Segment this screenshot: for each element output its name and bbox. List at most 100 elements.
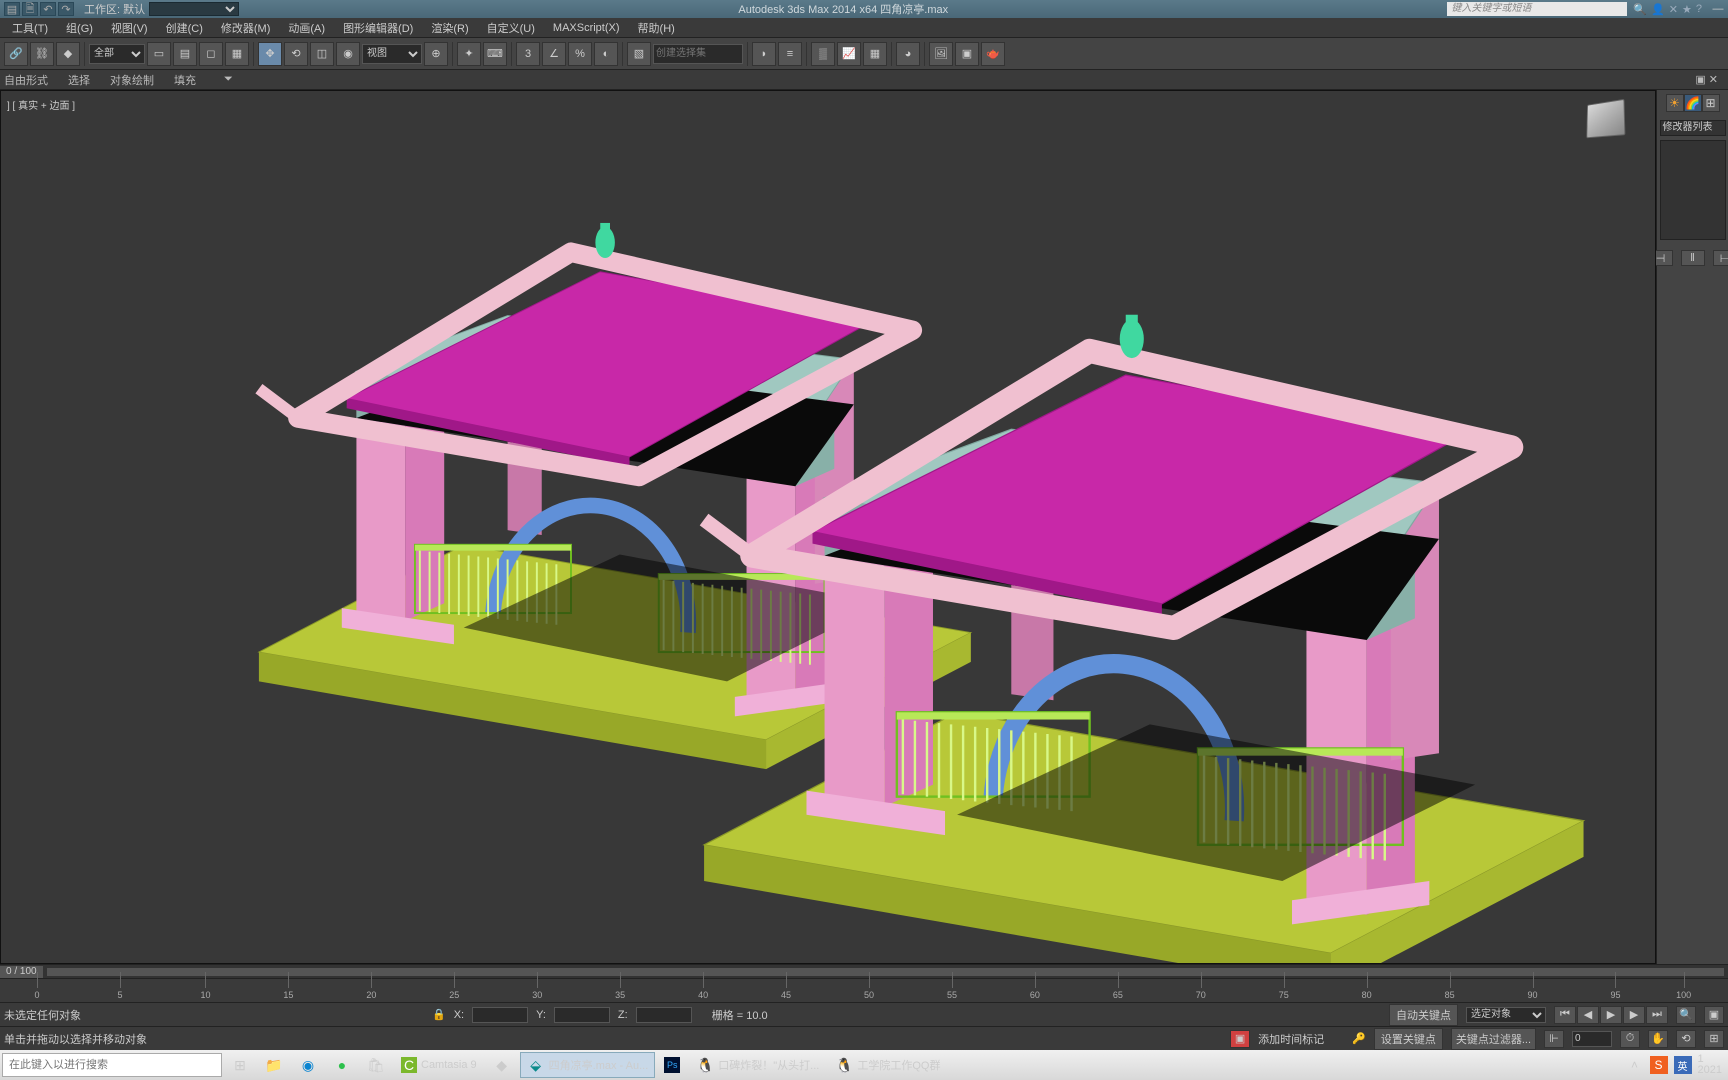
menu-custom[interactable]: 自定义(U) <box>479 18 543 38</box>
tray-lang-icon[interactable]: 英 <box>1674 1056 1692 1074</box>
selection-filter-dropdown[interactable]: 全部 <box>89 44 145 64</box>
z-input[interactable] <box>636 1007 692 1023</box>
move-icon[interactable]: ✥ <box>258 42 282 66</box>
panel-modify-icon[interactable]: 🌈 <box>1684 94 1702 112</box>
remove-mod-icon[interactable]: ⊢ <box>1713 250 1728 266</box>
pivot-icon[interactable]: ⊕ <box>424 42 448 66</box>
bind-icon[interactable]: ◆ <box>56 42 80 66</box>
minimize-button[interactable]: — <box>1708 3 1728 15</box>
edit-selection-icon[interactable]: ▧ <box>627 42 651 66</box>
modifier-stack[interactable] <box>1660 140 1726 240</box>
angle-snap-icon[interactable]: ∠ <box>542 42 566 66</box>
key-mode-dropdown[interactable]: 选定对象 <box>1466 1007 1546 1023</box>
task-photoshop-icon[interactable]: Ps <box>657 1052 687 1078</box>
ribbon-fill[interactable]: 填充 <box>174 72 196 88</box>
app-menu-icon[interactable]: ▤ <box>4 2 20 16</box>
show-result-icon[interactable]: ‖ <box>1681 250 1705 266</box>
window-cross-icon[interactable]: ▦ <box>225 42 249 66</box>
select-icon[interactable]: ▭ <box>147 42 171 66</box>
spinner-snap-icon[interactable]: ◐ <box>594 42 618 66</box>
task-view-icon[interactable]: ⊞ <box>224 1052 256 1078</box>
viewcube[interactable] <box>1575 101 1635 151</box>
layer-icon[interactable]: ▒ <box>811 42 835 66</box>
menu-create[interactable]: 创建(C) <box>158 18 211 38</box>
task-app-icon[interactable]: ◆ <box>486 1052 518 1078</box>
menu-graph[interactable]: 图形编辑器(D) <box>335 18 421 38</box>
auto-key-button[interactable]: 自动关键点 <box>1389 1004 1458 1026</box>
viewport[interactable]: ] [ 真实 + 边面 ] <box>0 90 1656 964</box>
menu-view[interactable]: 视图(V) <box>103 18 156 38</box>
ribbon-freeform[interactable]: 自由形式 <box>4 72 48 88</box>
ribbon-dropdown-icon[interactable]: ⏷ <box>224 73 233 86</box>
x-input[interactable] <box>472 1007 528 1023</box>
percent-snap-icon[interactable]: % <box>568 42 592 66</box>
unlink-icon[interactable]: ⛓ <box>30 42 54 66</box>
menu-modifiers[interactable]: 修改器(M) <box>213 18 279 38</box>
ribbon-select[interactable]: 选择 <box>68 72 90 88</box>
keyboard-icon[interactable]: ⌨ <box>483 42 507 66</box>
snap-icon[interactable]: 3 <box>516 42 540 66</box>
manipulate-icon[interactable]: ✦ <box>457 42 481 66</box>
key-filter-button[interactable]: 关键点过滤器... <box>1451 1028 1536 1050</box>
new-icon[interactable]: 🗎 <box>22 2 38 16</box>
task-edge-icon[interactable]: ◉ <box>292 1052 324 1078</box>
material-editor-icon[interactable]: ◕ <box>896 42 920 66</box>
panel-hierarchy-icon[interactable]: ⊞ <box>1702 94 1720 112</box>
task-explorer-icon[interactable]: 📁 <box>258 1052 290 1078</box>
windows-search-input[interactable] <box>2 1053 222 1077</box>
scale-icon[interactable]: ◫ <box>310 42 334 66</box>
set-key-button[interactable]: 设置关键点 <box>1374 1028 1443 1050</box>
ribbon-close-icon[interactable]: ▣ ✕ <box>1695 73 1724 86</box>
help-icon[interactable]: ? <box>1696 3 1702 16</box>
nav-zoomall-icon[interactable]: ▣ <box>1704 1006 1724 1024</box>
viewport-label[interactable]: ] [ 真实 + 边面 ] <box>7 97 75 112</box>
next-frame-icon[interactable]: ▶ <box>1623 1006 1645 1024</box>
task-camtasia[interactable]: CCamtasia 9 <box>394 1052 484 1078</box>
signin-icon[interactable]: 👤 <box>1651 3 1665 16</box>
help-search-input[interactable]: 键入关键字或短语 <box>1447 2 1627 16</box>
link-icon[interactable]: 🔗 <box>4 42 28 66</box>
goto-end-icon[interactable]: ⏭ <box>1646 1006 1668 1024</box>
placement-icon[interactable]: ◉ <box>336 42 360 66</box>
mirror-icon[interactable]: ◗ <box>752 42 776 66</box>
play-icon[interactable]: ▶ <box>1600 1006 1622 1024</box>
menu-render[interactable]: 渲染(R) <box>423 18 476 38</box>
script-listener-icon[interactable]: ▣ <box>1230 1030 1250 1048</box>
curve-editor-icon[interactable]: 📈 <box>837 42 861 66</box>
align-icon[interactable]: ≡ <box>778 42 802 66</box>
search-icon[interactable]: 🔍 <box>1633 3 1647 16</box>
menu-help[interactable]: 帮助(H) <box>630 18 683 38</box>
add-time-tag[interactable]: 添加时间标记 <box>1258 1031 1324 1047</box>
render-production-icon[interactable]: 🫖 <box>981 42 1005 66</box>
lock-icon[interactable]: 🔒 <box>432 1008 446 1021</box>
menu-group[interactable]: 组(G) <box>58 18 101 38</box>
key-mode-icon[interactable]: ⊩ <box>1544 1030 1564 1048</box>
workspace-dropdown[interactable] <box>149 2 239 16</box>
prev-frame-icon[interactable]: ◀ <box>1577 1006 1599 1024</box>
time-config-icon[interactable]: ⏱ <box>1620 1030 1640 1048</box>
named-selection-input[interactable] <box>653 44 743 64</box>
render-frame-icon[interactable]: ▣ <box>955 42 979 66</box>
time-ruler[interactable]: 0 5 10 15 20 25 30 35 40 45 50 55 60 65 … <box>0 978 1728 1002</box>
render-setup-icon[interactable]: 🖼 <box>929 42 953 66</box>
panel-create-icon[interactable]: ☀ <box>1666 94 1684 112</box>
task-qq2[interactable]: 🐧工学院工作QQ群 <box>828 1052 947 1078</box>
nav-maximize-icon[interactable]: ⊞ <box>1704 1030 1724 1048</box>
time-slider[interactable] <box>47 968 1724 976</box>
task-wechat-icon[interactable]: ● <box>326 1052 358 1078</box>
nav-pan-icon[interactable]: ✋ <box>1648 1030 1668 1048</box>
favorite-icon[interactable]: ★ <box>1682 3 1692 16</box>
goto-start-icon[interactable]: ⏮ <box>1554 1006 1576 1024</box>
task-3dsmax[interactable]: ⬙四角凉亭.max - Au... <box>520 1052 656 1078</box>
y-input[interactable] <box>554 1007 610 1023</box>
menu-tools[interactable]: 工具(T) <box>4 18 56 38</box>
select-name-icon[interactable]: ▤ <box>173 42 197 66</box>
frame-spinner[interactable] <box>1572 1031 1612 1047</box>
tray-ime-icon[interactable]: S <box>1650 1056 1668 1074</box>
tray-up-icon[interactable]: ˄ <box>1626 1056 1644 1074</box>
task-qq1[interactable]: 🐧口碑炸裂！"从头打... <box>689 1052 826 1078</box>
select-region-icon[interactable]: ◻ <box>199 42 223 66</box>
schematic-icon[interactable]: ▦ <box>863 42 887 66</box>
tray-time[interactable]: 12021 <box>1698 1054 1722 1076</box>
nav-zoom-icon[interactable]: 🔍 <box>1676 1006 1696 1024</box>
